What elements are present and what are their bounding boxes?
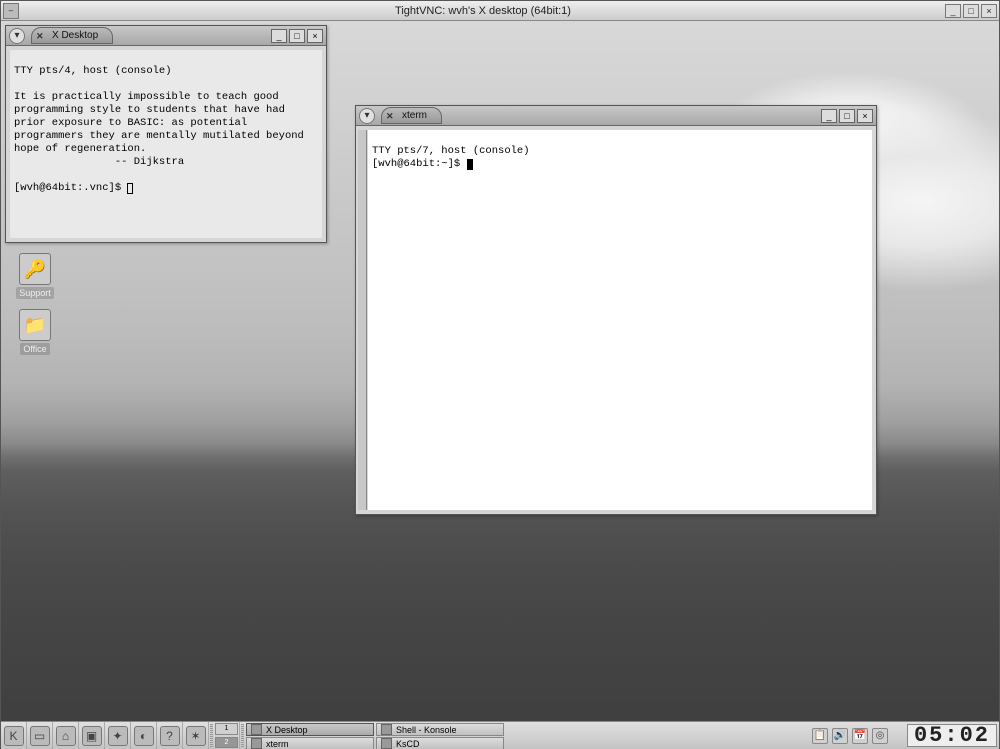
x-icon [251, 724, 262, 735]
tray-klipper[interactable]: 📋 [812, 728, 828, 744]
desktop-icon-office[interactable]: 📁 Office [7, 309, 63, 355]
launcher-firefox[interactable]: ◐ [131, 722, 157, 749]
task-xterm[interactable]: xterm [246, 737, 374, 749]
separator [210, 724, 213, 747]
separator [241, 724, 244, 747]
x-icon: ✕ [36, 31, 44, 42]
launcher-home[interactable]: ⌂ [53, 722, 79, 749]
key-icon: 🔑 [19, 253, 51, 285]
window-title-tab[interactable]: ✕ xterm [381, 107, 442, 124]
icon-label: Support [16, 287, 54, 299]
cd-icon [381, 738, 392, 749]
desktop-icon-support[interactable]: 🔑 Support [7, 253, 63, 299]
task-kscd[interactable]: KsCD [376, 737, 504, 749]
task-label: X Desktop [266, 725, 308, 735]
window-xdesktop[interactable]: ▾ ✕ X Desktop _ □ × TTY pts/4, host (con… [5, 25, 327, 243]
launcher-kmenu[interactable]: K [1, 722, 27, 749]
minimize-button[interactable]: _ [945, 4, 961, 18]
task-column-2: Shell - Konsole KsCD [375, 722, 505, 749]
maximize-button[interactable]: □ [289, 29, 305, 43]
window-menu-button[interactable]: ▾ [359, 108, 375, 124]
terminal-text: TTY pts/4, host (console) It is practica… [10, 50, 322, 210]
titlebar[interactable]: ▾ ✕ xterm _ □ × [356, 106, 876, 126]
home-icon: ⌂ [56, 726, 76, 746]
task-column-1: X Desktop xterm [245, 722, 375, 749]
window-title: X Desktop [52, 30, 98, 41]
window-title-tab[interactable]: ✕ X Desktop [31, 27, 113, 44]
titlebar[interactable]: ▾ ✕ X Desktop _ □ × [6, 26, 326, 46]
terminal-text: TTY pts/7, host (console) [wvh@64bit:~]$ [368, 130, 872, 186]
launcher-gnu[interactable]: ✶ [183, 722, 209, 749]
maximize-button[interactable]: □ [963, 4, 979, 18]
system-menu-icon[interactable]: – [3, 3, 19, 19]
minimize-button[interactable]: _ [821, 109, 837, 123]
cursor [467, 159, 473, 170]
desktop-icon: ▭ [30, 726, 50, 746]
task-xdesktop[interactable]: X Desktop [246, 723, 374, 736]
pager-desktop-1[interactable]: 1 [215, 723, 238, 735]
minimize-button[interactable]: _ [271, 29, 287, 43]
window-xterm[interactable]: ▾ ✕ xterm _ □ × TTY pts/7, host (console… [355, 105, 877, 515]
pager-desktop-2[interactable]: 2 [215, 737, 238, 749]
task-label: Shell - Konsole [396, 725, 457, 735]
x-icon [251, 738, 262, 749]
kmenu-icon: K [4, 726, 24, 746]
window-menu-button[interactable]: ▾ [9, 28, 25, 44]
konsole-icon [381, 724, 392, 735]
system-tray: 📋 🔊 📅 ◎ [797, 722, 903, 749]
task-label: KsCD [396, 739, 420, 749]
vnc-outer-window: – TightVNC: wvh's X desktop (64bit:1) _ … [0, 0, 1000, 749]
taskbar[interactable]: K ▭ ⌂ ▣ ✦ ◐ ? ✶ 1 2 X Desktop xterm Shel… [1, 721, 999, 749]
scrollbar[interactable] [358, 130, 367, 510]
terminal-content[interactable]: TTY pts/4, host (console) It is practica… [10, 50, 322, 238]
gnu-icon: ✶ [186, 726, 206, 746]
icon-label: Office [20, 343, 49, 355]
x-icon: ✕ [386, 111, 394, 122]
launcher-desktop[interactable]: ▭ [27, 722, 53, 749]
launcher-konsole[interactable]: ▣ [79, 722, 105, 749]
maximize-button[interactable]: □ [839, 109, 855, 123]
vnc-title: TightVNC: wvh's X desktop (64bit:1) [21, 5, 945, 17]
vnc-titlebar[interactable]: – TightVNC: wvh's X desktop (64bit:1) _ … [1, 1, 999, 21]
launcher-help[interactable]: ? [157, 722, 183, 749]
panel-clock[interactable]: 05:02 [907, 724, 997, 747]
task-shell-konsole[interactable]: Shell - Konsole [376, 723, 504, 736]
launcher-konqueror[interactable]: ✦ [105, 722, 131, 749]
help-icon: ? [160, 726, 180, 746]
konsole-icon: ▣ [82, 726, 102, 746]
terminal-content[interactable]: TTY pts/7, host (console) [wvh@64bit:~]$ [368, 130, 872, 510]
tray-korganizer[interactable]: 📅 [852, 728, 868, 744]
folder-icon: 📁 [19, 309, 51, 341]
close-button[interactable]: × [857, 109, 873, 123]
close-button[interactable]: × [981, 4, 997, 18]
cursor [127, 183, 133, 194]
task-label: xterm [266, 739, 289, 749]
remote-desktop[interactable]: 🔑 Support 📁 Office ▾ ✕ X Desktop _ □ × [1, 21, 999, 749]
tray-volume[interactable]: 🔊 [832, 728, 848, 744]
desktop-pager[interactable]: 1 2 [214, 722, 240, 749]
konqueror-icon: ✦ [108, 726, 128, 746]
firefox-icon: ◐ [134, 726, 154, 746]
window-title: xterm [402, 110, 427, 121]
tray-suse[interactable]: ◎ [872, 728, 888, 744]
close-button[interactable]: × [307, 29, 323, 43]
